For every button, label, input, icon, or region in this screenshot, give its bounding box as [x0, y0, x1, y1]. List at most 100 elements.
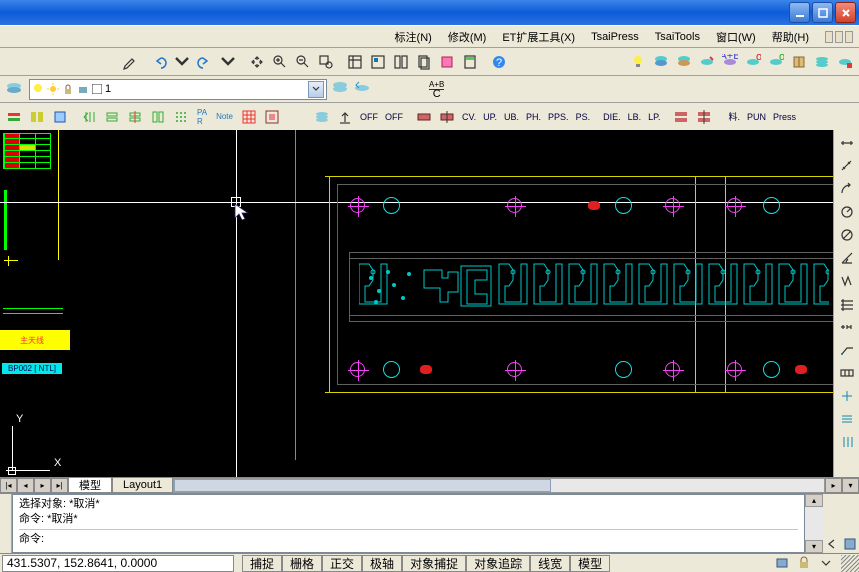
resize-grip[interactable] [841, 555, 859, 572]
status-lwt[interactable]: 线宽 [530, 555, 570, 572]
strip-green1-icon[interactable] [101, 106, 123, 128]
sheet-set-icon[interactable] [413, 51, 435, 73]
status-lock-icon[interactable] [795, 555, 813, 571]
design-center-icon[interactable] [367, 51, 389, 73]
status-comm-icon[interactable] [773, 555, 791, 571]
scroll-right-button[interactable]: ▸ [825, 478, 842, 493]
mdi-minimize-button[interactable] [825, 31, 833, 43]
strip-dots-icon[interactable] [170, 106, 192, 128]
layer-tool1-icon[interactable] [650, 51, 672, 73]
off2-button[interactable]: OFF [382, 106, 406, 128]
align-icon[interactable] [836, 431, 858, 453]
status-model[interactable]: 模型 [570, 555, 610, 572]
properties-icon[interactable] [344, 51, 366, 73]
up-button[interactable]: UP. [480, 106, 500, 128]
lb-button[interactable]: LB. [625, 106, 645, 128]
layer-off-icon[interactable]: off [742, 51, 764, 73]
ph-button[interactable]: PH. [523, 106, 544, 128]
window-maximize-button[interactable] [812, 2, 833, 23]
zoom-window-icon[interactable] [315, 51, 337, 73]
material-button[interactable]: 料. [725, 106, 743, 128]
undo-dropdown[interactable] [171, 51, 193, 73]
tab-model[interactable]: 模型 [68, 478, 112, 493]
die-tool3-icon[interactable] [49, 106, 71, 128]
status-polar[interactable]: 极轴 [362, 555, 402, 572]
baseline-icon[interactable] [836, 293, 858, 315]
layer-manager-icon[interactable] [3, 78, 25, 100]
status-osnap[interactable]: 对象捕捉 [402, 555, 466, 572]
menu-tsaipress[interactable]: TsaiPress [583, 29, 647, 45]
dim-angular-icon[interactable] [836, 247, 858, 269]
strip-detail-icon[interactable] [261, 106, 283, 128]
redo-dropdown[interactable] [217, 51, 239, 73]
command-handle[interactable] [0, 494, 12, 553]
mdi-close-button[interactable] [845, 31, 853, 43]
dim-diameter-icon[interactable] [836, 224, 858, 246]
die-tool1-icon[interactable] [3, 106, 25, 128]
command-prompt[interactable]: 命令: [19, 529, 798, 547]
layer-on-icon[interactable]: on [765, 51, 787, 73]
tolerance-icon[interactable] [836, 362, 858, 384]
menu-ettools[interactable]: ET扩展工具(X) [494, 27, 583, 47]
layer-red-icon[interactable] [834, 51, 856, 73]
menu-annotate[interactable]: 标注(N) [387, 27, 440, 47]
vscroll-down-button[interactable]: ▾ [842, 478, 859, 493]
redo-button[interactable] [194, 51, 216, 73]
die-block3-icon[interactable] [670, 106, 692, 128]
ps-button[interactable]: PS. [573, 106, 594, 128]
dim-radius-icon[interactable] [836, 201, 858, 223]
die-tool2-icon[interactable] [26, 106, 48, 128]
note-icon[interactable]: Note [212, 106, 237, 128]
layer-tool3-icon[interactable] [696, 51, 718, 73]
status-otrack[interactable]: 对象追踪 [466, 555, 530, 572]
center-icon[interactable] [836, 385, 858, 407]
dropdown-icon[interactable] [308, 81, 324, 98]
tab-last-button[interactable]: ▸| [51, 478, 68, 493]
tab-first-button[interactable]: |◂ [0, 478, 17, 493]
pun-button[interactable]: PUN [744, 106, 769, 128]
press-button[interactable]: Press [770, 106, 799, 128]
strip-green2-icon[interactable] [124, 106, 146, 128]
zoom-realtime-icon[interactable] [269, 51, 291, 73]
layer-stack2-icon[interactable] [311, 106, 333, 128]
pps-button[interactable]: PPS. [545, 106, 572, 128]
edit-icon[interactable] [836, 408, 858, 430]
dim-linear-icon[interactable] [836, 132, 858, 154]
status-snap[interactable]: 捕捉 [242, 555, 282, 572]
pan-icon[interactable] [246, 51, 268, 73]
tab-prev-button[interactable]: ◂ [17, 478, 34, 493]
status-dropdown-icon[interactable] [817, 555, 835, 571]
scroll-down-icon[interactable]: ▾ [805, 540, 823, 553]
dim-aligned-icon[interactable] [836, 155, 858, 177]
layer-previous-icon[interactable] [353, 79, 371, 100]
window-close-button[interactable] [835, 2, 856, 23]
markup-icon[interactable] [436, 51, 458, 73]
die-block2-icon[interactable] [436, 106, 458, 128]
status-grid[interactable]: 栅格 [282, 555, 322, 572]
strip-left-icon[interactable] [78, 106, 100, 128]
layer-book-icon[interactable] [788, 51, 810, 73]
menu-help[interactable]: 帮助(H) [764, 27, 817, 47]
scroll-up-icon[interactable]: ▴ [805, 494, 823, 507]
die-block1-icon[interactable] [413, 106, 435, 128]
tab-layout1[interactable]: Layout1 [112, 478, 173, 493]
drawing-canvas[interactable]: 主天线 BP002 [ NTL] Y X [0, 130, 833, 477]
menu-window[interactable]: 窗口(W) [708, 27, 764, 47]
command-scrollbar[interactable]: ▴ ▾ [805, 494, 823, 553]
menu-modify[interactable]: 修改(M) [440, 27, 495, 47]
die-button[interactable]: DIE. [600, 106, 624, 128]
layer-tool4-icon[interactable]: A+B [719, 51, 741, 73]
ab-label-icon[interactable]: A+BC [429, 81, 444, 98]
quick-dim-icon[interactable] [836, 270, 858, 292]
layer-stack-icon[interactable] [811, 51, 833, 73]
ub-button[interactable]: UB. [501, 106, 522, 128]
calc-icon[interactable] [459, 51, 481, 73]
leader-icon[interactable] [836, 339, 858, 361]
undo-button[interactable] [148, 51, 170, 73]
help-icon[interactable]: ? [488, 51, 510, 73]
menu-tsaitools[interactable]: TsaiTools [647, 29, 708, 45]
strip-grid-icon[interactable] [238, 106, 260, 128]
lightbulb-icon[interactable] [627, 51, 649, 73]
dim-arc-icon[interactable] [836, 178, 858, 200]
layer-combo[interactable]: 1 [29, 79, 327, 100]
